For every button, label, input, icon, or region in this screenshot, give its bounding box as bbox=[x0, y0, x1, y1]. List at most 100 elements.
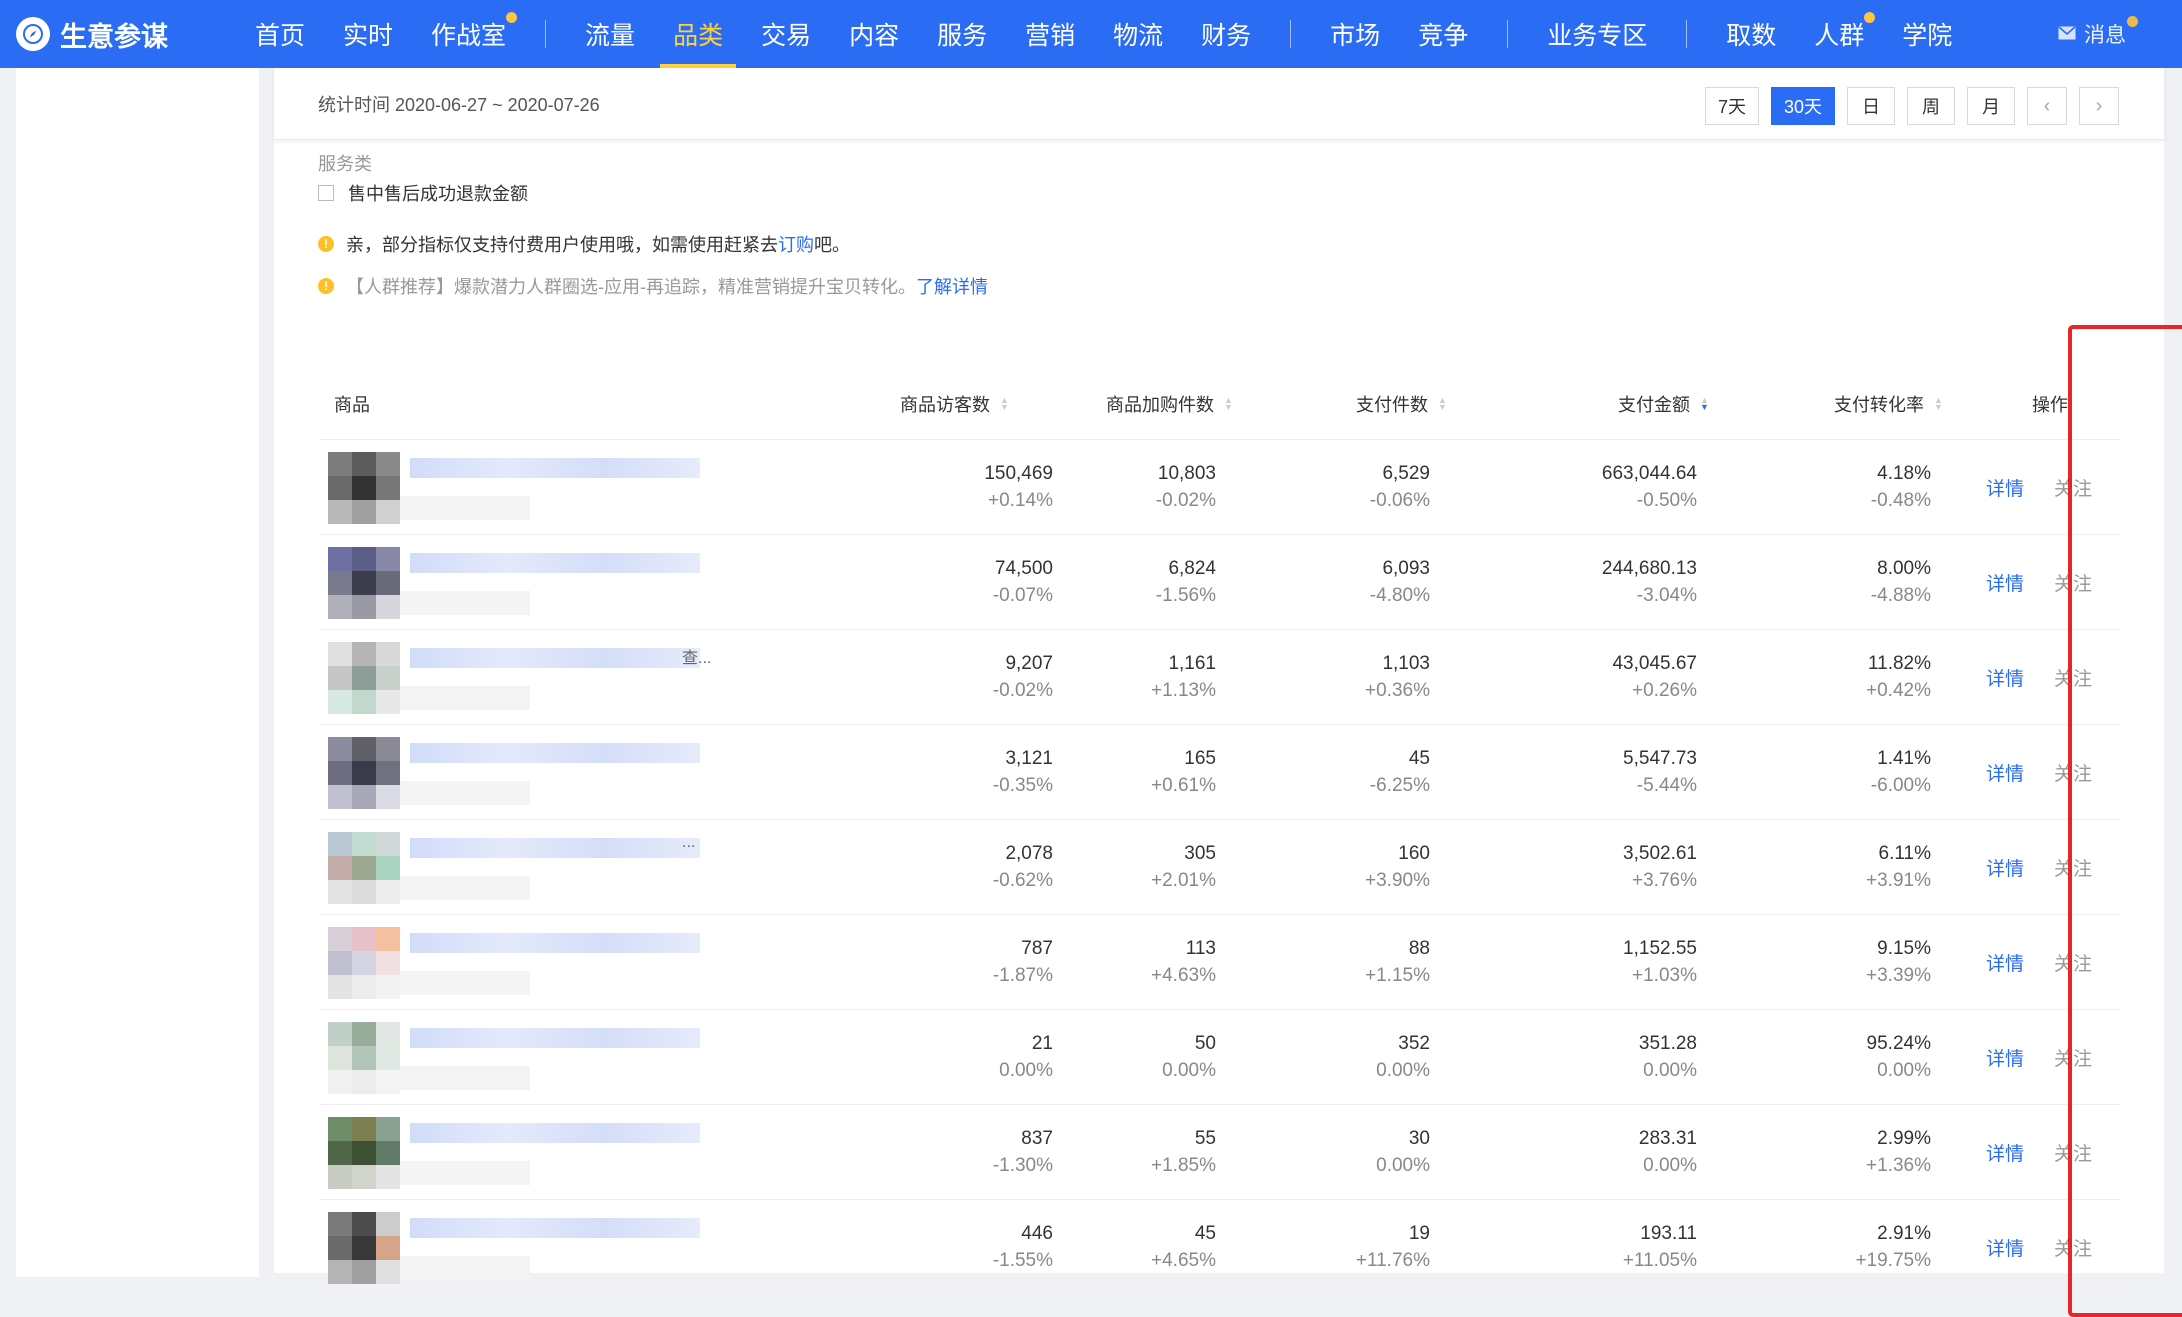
column-header-conversion[interactable]: 支付转化率 ▲ ▼ bbox=[1834, 368, 1943, 440]
product-thumbnail[interactable] bbox=[328, 1022, 400, 1094]
menu-item[interactable]: 作战室 bbox=[412, 0, 525, 68]
metric-value: 193.11 bbox=[1640, 1223, 1697, 1244]
product-subtitle-blurred bbox=[400, 876, 530, 900]
menu-item[interactable]: 财务 bbox=[1182, 0, 1270, 68]
product-title-blurred[interactable] bbox=[410, 1123, 700, 1143]
product-thumbnail[interactable] bbox=[328, 642, 400, 714]
metric-change: -0.50% bbox=[1636, 490, 1697, 511]
metric-cell-conv: 6.11% +3.91% bbox=[1866, 840, 1931, 894]
product-title-blurred[interactable] bbox=[410, 743, 700, 763]
column-header-pay-amount[interactable]: 支付金额 ▲ ▼ bbox=[1618, 368, 1709, 440]
metric-change: -0.48% bbox=[1870, 490, 1931, 511]
table-row[interactable]: 787 -1.87% 113 +4.63% 88 +1.15% 1,152.55 +1.03%… bbox=[320, 915, 2120, 1010]
main-card: 统计时间 2020-06-27 ~ 2020-07-26 7天 30天日周月 ‹ › … bbox=[274, 68, 2182, 1317]
menu-item[interactable]: 营销 bbox=[1006, 0, 1094, 68]
detail-link[interactable]: 详情 bbox=[1986, 949, 2024, 976]
subscribe-link[interactable]: 订购 bbox=[778, 231, 814, 257]
product-title-blurred[interactable] bbox=[410, 553, 700, 573]
product-thumbnail[interactable] bbox=[328, 737, 400, 809]
product-thumbnail[interactable] bbox=[328, 927, 400, 999]
detail-link[interactable]: 详情 bbox=[1986, 1044, 2024, 1071]
column-header-visitors[interactable]: 商品访客数 ▲ ▼ bbox=[900, 368, 1009, 440]
period-button[interactable]: 日 bbox=[1847, 87, 1895, 125]
product-title-blurred[interactable] bbox=[410, 933, 700, 953]
metric-cell-conv: 2.91% +19.75% bbox=[1855, 1220, 1931, 1274]
messages-button[interactable]: 消息 bbox=[2058, 0, 2138, 68]
menu-item[interactable]: 实时 bbox=[324, 0, 412, 68]
metric-change: -0.06% bbox=[1369, 490, 1430, 511]
menu-item[interactable]: 服务 bbox=[918, 0, 1006, 68]
column-header-cart[interactable]: 商品加购件数 ▲ ▼ bbox=[1106, 368, 1233, 440]
table-row[interactable]: 74,500 -0.07% 6,824 -1.56% 6,093 -4.80% 244,68… bbox=[320, 535, 2120, 630]
menu-item[interactable]: 首页 bbox=[236, 0, 324, 68]
menu-item[interactable]: 流量 bbox=[566, 0, 654, 68]
metric-change: -3.04% bbox=[1636, 585, 1697, 606]
refund-amount-option[interactable]: 售中售后成功退款金额 bbox=[318, 180, 528, 206]
chevron-right-icon[interactable]: › bbox=[2079, 87, 2119, 125]
metric-value: 30 bbox=[1408, 1128, 1430, 1149]
learn-more-link[interactable]: 了解详情 bbox=[916, 273, 988, 299]
detail-link[interactable]: 详情 bbox=[1986, 569, 2024, 596]
metric-cell-visitors: 837 -1.30% bbox=[993, 1125, 1053, 1179]
sort-icon-active[interactable]: ▲ ▼ bbox=[1700, 396, 1709, 412]
menu-separator bbox=[545, 20, 547, 48]
menu-item[interactable]: 内容 bbox=[830, 0, 918, 68]
product-title-blurred[interactable] bbox=[410, 458, 700, 478]
sort-icon[interactable]: ▲ ▼ bbox=[1224, 396, 1233, 412]
product-thumbnail[interactable] bbox=[328, 547, 400, 619]
chevron-left-icon[interactable]: ‹ bbox=[2027, 87, 2067, 125]
column-header-pay-qty[interactable]: 支付件数 ▲ ▼ bbox=[1356, 368, 1447, 440]
metric-cell-visitors: 9,207 -0.02% bbox=[993, 650, 1053, 704]
product-title-blurred[interactable] bbox=[410, 838, 700, 858]
column-header-label: 商品访客数 bbox=[900, 395, 990, 415]
period-button[interactable]: 7天 bbox=[1704, 87, 1759, 125]
detail-link[interactable]: 详情 bbox=[1986, 664, 2024, 691]
product-title-blurred[interactable] bbox=[410, 1028, 700, 1048]
product-thumbnail[interactable] bbox=[328, 452, 400, 524]
detail-link[interactable]: 详情 bbox=[1986, 1139, 2024, 1166]
metric-change: +1.03% bbox=[1632, 965, 1697, 986]
metric-change: -0.02% bbox=[1155, 490, 1216, 511]
detail-link[interactable]: 详情 bbox=[1986, 474, 2024, 501]
menu-item[interactable]: 竞争 bbox=[1399, 0, 1487, 68]
column-header-label: 支付金额 bbox=[1618, 395, 1690, 415]
sort-icon[interactable]: ▲ ▼ bbox=[1934, 396, 1943, 412]
sort-icon[interactable]: ▲ ▼ bbox=[1438, 396, 1447, 412]
table-row[interactable]: 查... 9,207 -0.02% 1,161 +1.13% 1,103 +0.36% 43,… bbox=[320, 630, 2120, 725]
period-button[interactable]: 月 bbox=[1967, 87, 2015, 125]
metric-cell-visitors: 787 -1.87% bbox=[993, 935, 1053, 989]
product-thumbnail[interactable] bbox=[328, 1212, 400, 1284]
product-thumbnail[interactable] bbox=[328, 832, 400, 904]
column-header-label: 支付转化率 bbox=[1834, 395, 1924, 415]
menu-item[interactable]: 人群 bbox=[1795, 0, 1883, 68]
metric-cell-conv: 11.82% +0.42% bbox=[1866, 650, 1931, 704]
detail-link[interactable]: 详情 bbox=[1986, 759, 2024, 786]
table-row[interactable]: ... 2,078 -0.62% 305 +2.01% 160 +3.90% 3,502.61… bbox=[320, 820, 2120, 915]
table-row[interactable]: 21 0.00% 50 0.00% 352 0.00% 351.28 0.00% 95.24% 0… bbox=[320, 1010, 2120, 1105]
menu-item[interactable]: 业务专区 bbox=[1528, 0, 1666, 68]
menu-item[interactable]: 品类 bbox=[654, 0, 742, 68]
metric-change: 0.00% bbox=[1162, 1060, 1216, 1081]
product-title-blurred[interactable] bbox=[410, 1218, 700, 1238]
product-thumbnail[interactable] bbox=[328, 1117, 400, 1189]
sort-icon[interactable]: ▲ ▼ bbox=[1000, 396, 1009, 412]
table-row[interactable]: 3,121 -0.35% 165 +0.61% 45 -6.25% 5,547.73 -5.4… bbox=[320, 725, 2120, 820]
menu-item[interactable]: 交易 bbox=[742, 0, 830, 68]
compass-icon bbox=[16, 17, 50, 51]
period-button[interactable]: 周 bbox=[1907, 87, 1955, 125]
table-row[interactable]: 837 -1.30% 55 +1.85% 30 0.00% 283.31 0.00% 2.99%… bbox=[320, 1105, 2120, 1200]
menu-item[interactable]: 物流 bbox=[1094, 0, 1182, 68]
period-button[interactable]: 30天 bbox=[1770, 87, 1835, 125]
detail-link[interactable]: 详情 bbox=[1986, 854, 2024, 881]
logo[interactable]: 生意参谋 bbox=[16, 15, 236, 54]
product-title-blurred[interactable] bbox=[410, 648, 700, 668]
detail-link[interactable]: 详情 bbox=[1986, 1234, 2024, 1261]
menu-item[interactable]: 学院 bbox=[1883, 0, 1971, 68]
menu-item[interactable]: 市场 bbox=[1311, 0, 1399, 68]
table-row[interactable]: 150,469 +0.14% 10,803 -0.02% 6,529 -0.06% 663,… bbox=[320, 440, 2120, 535]
metric-value: 663,044.64 bbox=[1601, 463, 1697, 484]
menu-item[interactable]: 取数 bbox=[1707, 0, 1795, 68]
table-row[interactable]: 446 -1.55% 45 +4.65% 19 +11.76% 193.11 +11.05% 2… bbox=[320, 1200, 2120, 1295]
refund-amount-checkbox[interactable] bbox=[318, 185, 334, 201]
metric-value: 10,803 bbox=[1157, 463, 1216, 484]
